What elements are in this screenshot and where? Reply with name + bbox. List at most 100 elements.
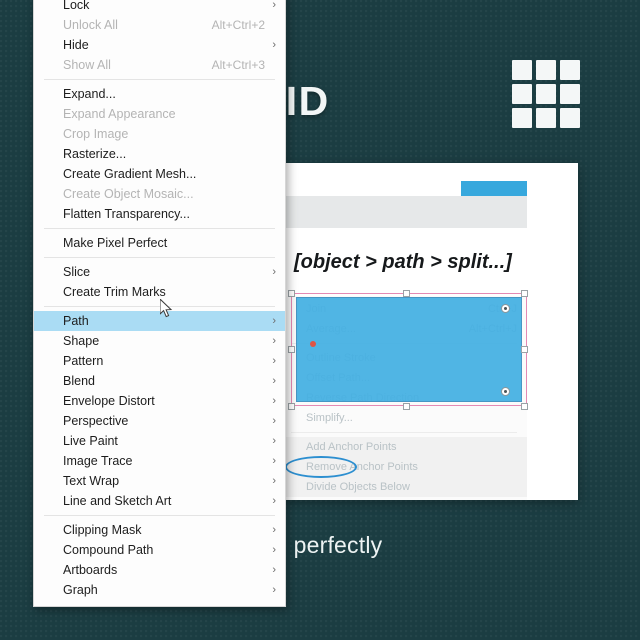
submenu-item-label: Offset Path... [306,372,370,384]
menu-item-compound-path[interactable]: Compound Path › [34,540,285,560]
annotation-ellipse [285,456,357,478]
menu-item-label: Make Pixel Perfect [63,236,168,250]
menu-item-label: Crop Image [63,127,129,141]
menu-item-label: Create Trim Marks [63,285,166,299]
chevron-right-icon: › [272,495,276,507]
submenu-item-label: Average... [306,323,356,335]
menu-item-label: Create Object Mosaic... [63,187,194,201]
menu-item-unlock-all: Unlock All Alt+Ctrl+2 [34,15,285,35]
submenu-item-offset-path[interactable]: Offset Path... [283,368,527,388]
menu-item-label: Artboards [63,563,118,577]
menu-separator [44,257,275,258]
menu-item-label: Create Gradient Mesh... [63,167,197,181]
chevron-right-icon: › [272,475,276,487]
card-toolbar [283,163,578,194]
menu-item-label: Lock [63,0,90,12]
object-context-menu[interactable]: Lock › Unlock All Alt+Ctrl+2 Hide › Show All Al… [33,0,286,607]
menu-item-lock[interactable]: Lock › [34,0,285,15]
menu-item-rasterize[interactable]: Rasterize... [34,144,285,164]
menu-item-hide[interactable]: Hide › [34,35,285,55]
card-caption: [object > path > split...] [294,251,512,273]
menu-item-label: Envelope Distort [63,394,155,408]
submenu-item-label: Simplify... [306,412,353,424]
menu-item-artboards[interactable]: Artboards › [34,560,285,580]
submenu-item-add-anchor-points[interactable]: Add Anchor Points [283,437,527,457]
chevron-right-icon: › [272,335,276,347]
menu-separator [44,515,275,516]
menu-item-path[interactable]: Path › [34,311,285,331]
menu-item-expand[interactable]: Expand... [34,84,285,104]
submenu-item-label: Add Anchor Points [306,441,397,453]
submenu-item-average[interactable]: Average... Alt+Ctrl+J [283,319,527,339]
menu-item-label: Expand... [63,87,116,101]
menu-item-label: Graph [63,583,98,597]
chevron-right-icon: › [272,584,276,596]
card-accent-bar [461,181,527,196]
menu-item-shortcut: Alt+Ctrl+3 [211,58,265,72]
menu-item-label: Compound Path [63,543,154,557]
menu-item-text-wrap[interactable]: Text Wrap › [34,471,285,491]
chevron-right-icon: › [272,455,276,467]
menu-item-shape[interactable]: Shape › [34,331,285,351]
submenu-item-outline-stroke[interactable]: Outline Stroke [283,348,527,368]
submenu-item-simplify[interactable]: Simplify... [283,408,527,428]
menu-item-label: Image Trace [63,454,133,468]
submenu-item-reverse-path-direction[interactable]: Reverse Path Direction [283,388,527,408]
menu-item-crop-image: Crop Image [34,124,285,144]
menu-item-label: Slice [63,265,91,279]
menu-item-label: Path [63,314,89,328]
submenu-item-join[interactable]: Join Ctrl+J [283,299,527,319]
chevron-right-icon: › [272,395,276,407]
menu-item-pattern[interactable]: Pattern › [34,351,285,371]
submenu-item-shortcut: Ctrl+J [487,303,517,315]
chevron-right-icon: › [272,415,276,427]
submenu-separator [291,343,517,344]
menu-item-expand-appearance: Expand Appearance [34,104,285,124]
screenshot-card: [object > path > split...] Join Ctrl+J Ave… [283,163,578,500]
submenu-item-divide-objects-below[interactable]: Divide Objects Below [283,477,527,497]
menu-item-image-trace[interactable]: Image Trace › [34,451,285,471]
chevron-right-icon: › [272,0,276,11]
menu-separator [44,79,275,80]
menu-item-label: Expand Appearance [63,107,176,121]
chevron-right-icon: › [272,524,276,536]
menu-item-label: Show All [63,58,111,72]
menu-item-label: Rasterize... [63,147,127,161]
chevron-right-icon: › [272,266,276,278]
menu-item-label: Pattern [63,354,104,368]
menu-item-create-object-mosaic: Create Object Mosaic... [34,184,285,204]
menu-item-create-gradient-mesh[interactable]: Create Gradient Mesh... [34,164,285,184]
menu-item-label: Blend [63,374,95,388]
menu-item-flatten-transparency[interactable]: Flatten Transparency... [34,204,285,224]
chevron-right-icon: › [272,564,276,576]
menu-item-label: Hide [63,38,89,52]
submenu-item-label: Outline Stroke [306,352,376,364]
menu-item-blend[interactable]: Blend › [34,371,285,391]
submenu-item-shortcut: Alt+Ctrl+J [468,323,517,335]
menu-item-slice[interactable]: Slice › [34,262,285,282]
menu-item-label: Unlock All [63,18,118,32]
menu-item-clipping-mask[interactable]: Clipping Mask › [34,520,285,540]
chevron-right-icon: › [272,355,276,367]
menu-item-graph[interactable]: Graph › [34,580,285,600]
submenu-item-label: Reverse Path Direction [306,392,420,404]
menu-item-live-paint[interactable]: Live Paint › [34,431,285,451]
menu-item-create-trim-marks[interactable]: Create Trim Marks [34,282,285,302]
chevron-right-icon: › [272,435,276,447]
menu-item-shortcut: Alt+Ctrl+2 [211,18,265,32]
submenu-item-label: Join [306,303,327,315]
menu-item-make-pixel-perfect[interactable]: Make Pixel Perfect [34,233,285,253]
slide-canvas: O GRID ting layouts with perfectlyers. [… [0,0,640,640]
menu-item-label: Text Wrap [63,474,120,488]
menu-item-label: Shape [63,334,100,348]
chevron-right-icon: › [272,315,276,327]
chevron-right-icon: › [272,544,276,556]
menu-item-label: Clipping Mask [63,523,142,537]
menu-item-perspective[interactable]: Perspective › [34,411,285,431]
menu-item-line-and-sketch-art[interactable]: Line and Sketch Art › [34,491,285,511]
menu-item-envelope-distort[interactable]: Envelope Distort › [34,391,285,411]
submenu-item-label: Divide Objects Below [306,481,410,493]
menu-item-show-all: Show All Alt+Ctrl+3 [34,55,285,75]
menu-item-label: Perspective [63,414,129,428]
chevron-right-icon: › [272,375,276,387]
